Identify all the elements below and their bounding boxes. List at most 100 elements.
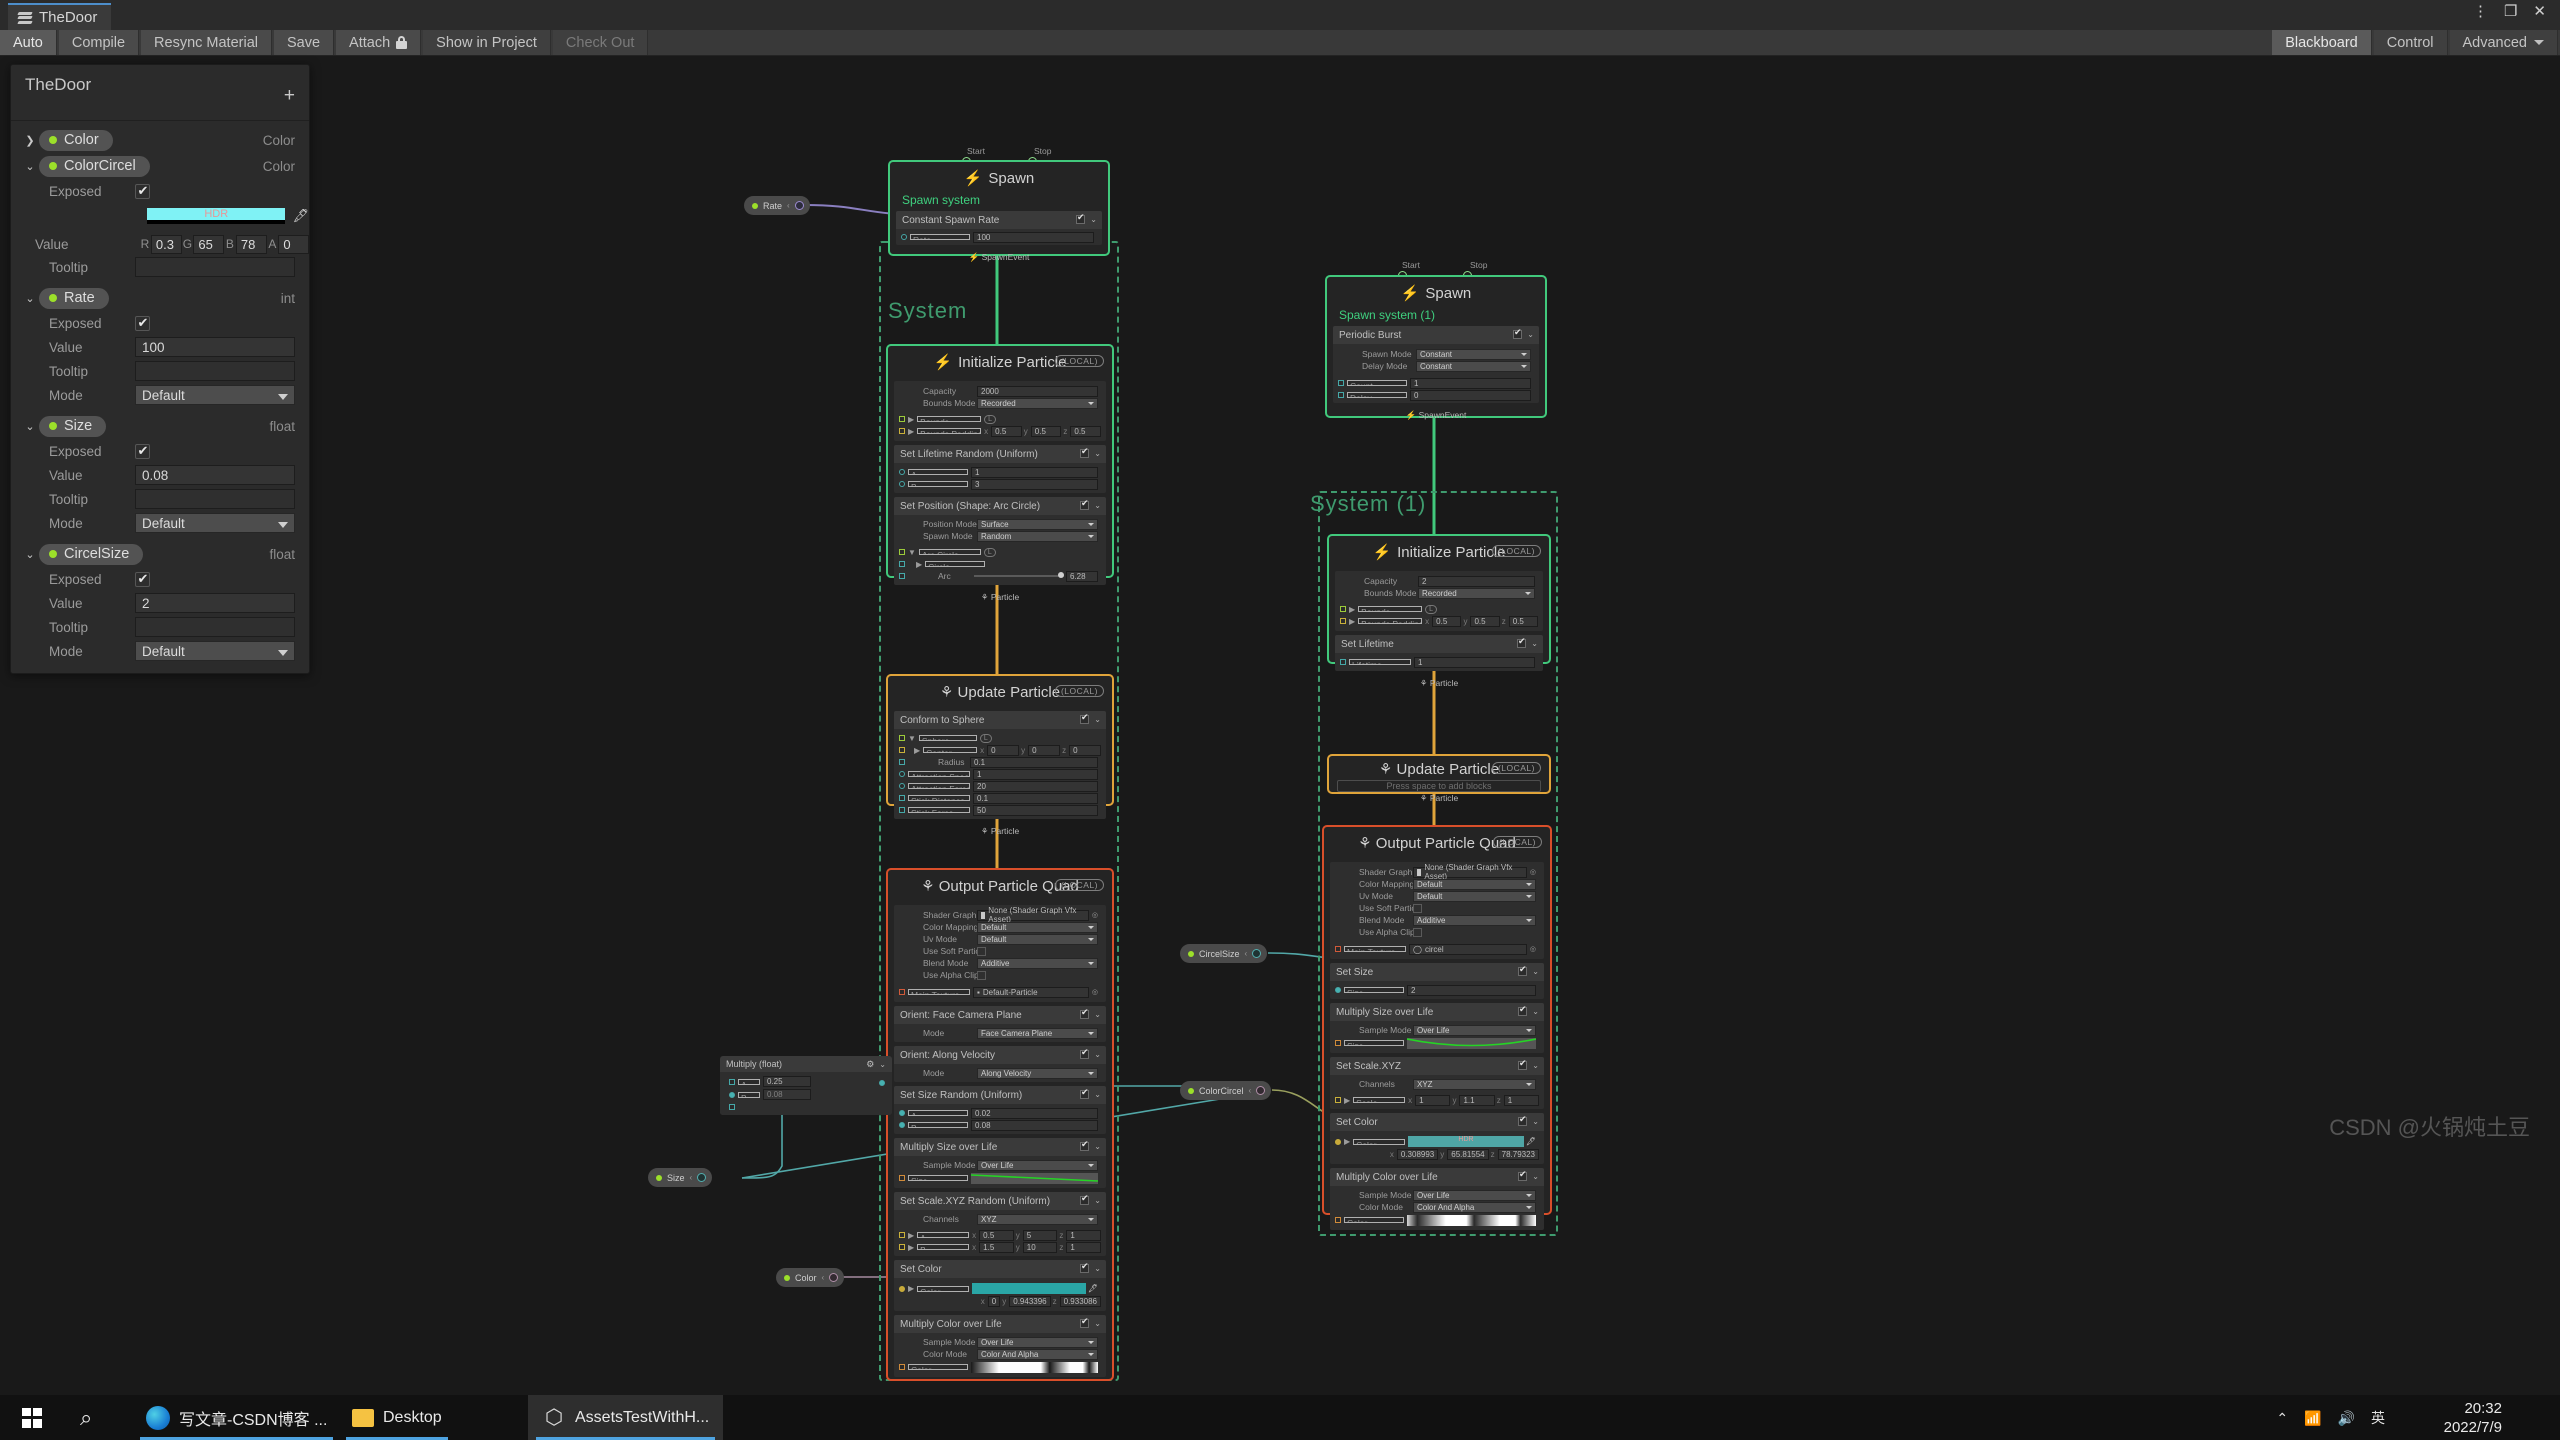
- chevron-down-icon[interactable]: ⌄: [1532, 1172, 1539, 1181]
- scale-b-port[interactable]: [899, 1244, 905, 1250]
- chevron-down-icon[interactable]: ⌄: [21, 420, 39, 433]
- tooltip-field[interactable]: [135, 257, 295, 277]
- block-enabled-checkbox[interactable]: [1518, 1004, 1527, 1016]
- block-multiply-size-over-life[interactable]: Multiply Size over Life ⌄ Sample Mode Ov…: [894, 1138, 1106, 1188]
- scale-a-port[interactable]: [899, 1232, 905, 1238]
- lifetime-port[interactable]: [1340, 659, 1346, 665]
- toolbar-control-toggle[interactable]: Control: [2373, 30, 2448, 55]
- b-field[interactable]: 3: [971, 478, 1098, 490]
- volume-icon[interactable]: 🔊: [2338, 1410, 2355, 1427]
- scale-a-y-field[interactable]: 5: [1022, 1229, 1058, 1241]
- maximize-icon[interactable]: ❐: [2504, 4, 2517, 19]
- space-local-icon[interactable]: L: [1425, 604, 1438, 614]
- expand-arrow-icon[interactable]: ▶: [1344, 1137, 1350, 1146]
- chevron-down-icon[interactable]: ⌄: [1532, 1061, 1539, 1070]
- radius-port[interactable]: [899, 759, 905, 765]
- block-enabled-checkbox[interactable]: [1513, 327, 1522, 339]
- delay-input-port[interactable]: [1338, 392, 1344, 398]
- color-z-field[interactable]: 78.79323: [1497, 1148, 1539, 1160]
- color-swatch[interactable]: [972, 1283, 1086, 1294]
- arc-circle-port[interactable]: [899, 549, 905, 555]
- color-mode-dropdown[interactable]: Color And Alpha: [977, 1348, 1098, 1360]
- circle-port[interactable]: [899, 561, 905, 567]
- init-left-output[interactable]: ⚘ Particle: [888, 589, 1112, 607]
- chevron-up-icon[interactable]: ⌃: [2276, 1410, 2288, 1427]
- bounds-padding-port[interactable]: [899, 428, 905, 434]
- chevron-down-icon[interactable]: ⌄: [21, 160, 39, 173]
- size-curve-field[interactable]: [971, 1172, 1098, 1184]
- capacity-field[interactable]: 2: [1418, 575, 1535, 587]
- mode-dropdown[interactable]: Default: [135, 641, 295, 661]
- scale-a-x-field[interactable]: 0.5: [979, 1229, 1014, 1241]
- multiply-output-port[interactable]: [879, 1080, 885, 1086]
- tooltip-field[interactable]: [135, 361, 295, 381]
- chevron-down-icon[interactable]: ⌄: [1094, 1264, 1101, 1273]
- block-enabled-checkbox[interactable]: [1080, 1316, 1089, 1328]
- eyedropper-icon[interactable]: 🖋: [292, 208, 309, 224]
- expand-arrow-icon[interactable]: ▶: [1344, 1096, 1350, 1105]
- expand-arrow-icon[interactable]: ▶: [916, 560, 922, 569]
- bp-y-field[interactable]: 0.5: [1470, 615, 1500, 627]
- block-conform-to-sphere[interactable]: Conform to Sphere ⌄ ▼ Sphere L ▶: [894, 711, 1106, 819]
- bp-y-field[interactable]: 0.5: [1030, 425, 1062, 437]
- toolbar-resync-material-button[interactable]: Resync Material: [141, 30, 272, 55]
- tab-thedoor[interactable]: TheDoor: [8, 3, 112, 30]
- block-multiply-size-over-life-right[interactable]: Multiply Size over Life ⌄ Sample Mode Ov…: [1330, 1003, 1544, 1053]
- block-enabled-checkbox[interactable]: [1080, 1139, 1089, 1151]
- block-enabled-checkbox[interactable]: [1080, 1087, 1089, 1099]
- stick-distance-field[interactable]: 0.1: [973, 792, 1098, 804]
- size-curve-port[interactable]: [1335, 1040, 1341, 1046]
- center-x-field[interactable]: 0: [987, 744, 1020, 756]
- mode-dropdown[interactable]: Default: [135, 513, 295, 533]
- uv-mode-dropdown[interactable]: Default: [1413, 890, 1536, 902]
- blackboard-property-color[interactable]: ❯ Color Color: [11, 127, 309, 153]
- center-port[interactable]: [899, 747, 905, 753]
- use-alpha-clipping-checkbox[interactable]: [977, 970, 986, 980]
- color-mapping-dropdown[interactable]: Default: [977, 921, 1098, 933]
- block-set-lifetime-random[interactable]: Set Lifetime Random (Uniform) ⌄ A 1 B 3: [894, 445, 1106, 493]
- spawn-a-output[interactable]: ⚡ SpawnEvent: [890, 249, 1108, 267]
- main-texture-field[interactable]: ◯ circel: [1409, 943, 1527, 955]
- block-set-scale-xyz-right[interactable]: Set Scale.XYZ ⌄ Channels XYZ ▶ Scale: [1330, 1057, 1544, 1109]
- space-local-icon[interactable]: L: [983, 547, 996, 557]
- chevron-down-icon[interactable]: ⌄: [21, 292, 39, 305]
- expand-arrow-icon[interactable]: ▶: [908, 1231, 914, 1240]
- toolbar-advanced-menu[interactable]: Advanced: [2449, 30, 2558, 55]
- node-output-particle-quad-left[interactable]: ⚘ Output Particle Quad (LOCAL) Shader Gr…: [886, 868, 1114, 1381]
- chevron-left-icon[interactable]: ‹: [787, 201, 790, 210]
- search-button[interactable]: ⌕: [66, 1395, 106, 1440]
- sample-mode-dropdown[interactable]: Over Life: [977, 1159, 1098, 1171]
- expand-arrow-icon[interactable]: ▶: [914, 746, 920, 755]
- bounds-padding-port[interactable]: [1340, 618, 1346, 624]
- chevron-down-icon[interactable]: ⌄: [1532, 1007, 1539, 1016]
- ime-icon[interactable]: 英: [2371, 1408, 2385, 1428]
- rate-field[interactable]: 100: [973, 231, 1094, 243]
- exposed-checkbox[interactable]: [135, 571, 150, 587]
- chevron-down-icon[interactable]: ⌄: [1094, 1010, 1101, 1019]
- gradient-port[interactable]: [899, 1364, 905, 1370]
- scale-port[interactable]: [1335, 1097, 1341, 1103]
- toolbar-blackboard-toggle[interactable]: Blackboard: [2272, 30, 2372, 55]
- color-swatch[interactable]: HDR: [147, 208, 286, 224]
- chevron-down-icon[interactable]: ⌄: [1094, 1319, 1101, 1328]
- block-orient-face-camera-plane[interactable]: Orient: Face Camera Plane ⌄ Mode Face Ca…: [894, 1006, 1106, 1042]
- taskbar-clock[interactable]: 20:32 2022/7/9: [2444, 1399, 2502, 1437]
- blend-mode-dropdown[interactable]: Additive: [1413, 914, 1536, 926]
- node-update-particle-right[interactable]: ⚘ Update Particle (LOCAL) Press space to…: [1327, 754, 1551, 803]
- collapse-arrow-icon[interactable]: ▼: [908, 734, 916, 743]
- chevron-down-icon[interactable]: ⌄: [1090, 215, 1097, 224]
- main-texture-field[interactable]: ▪ Default-Particle: [973, 986, 1089, 998]
- chevron-right-icon[interactable]: ❯: [21, 134, 39, 147]
- space-local-icon[interactable]: L: [984, 414, 997, 424]
- color-swatch[interactable]: HDR: [1408, 1136, 1524, 1147]
- bounds-port[interactable]: [899, 416, 905, 422]
- b-field[interactable]: 0.08: [763, 1089, 811, 1100]
- space-local-icon[interactable]: L: [979, 733, 992, 743]
- main-texture-port[interactable]: [899, 989, 905, 995]
- radius-field[interactable]: 0.1: [970, 756, 1098, 768]
- chevron-down-icon[interactable]: ⌄: [21, 548, 39, 561]
- expand-arrow-icon[interactable]: ▶: [1349, 605, 1355, 614]
- g-field[interactable]: 65: [193, 234, 224, 254]
- count-field[interactable]: 1: [1410, 377, 1531, 389]
- chevron-down-icon[interactable]: ⌄: [1094, 501, 1101, 510]
